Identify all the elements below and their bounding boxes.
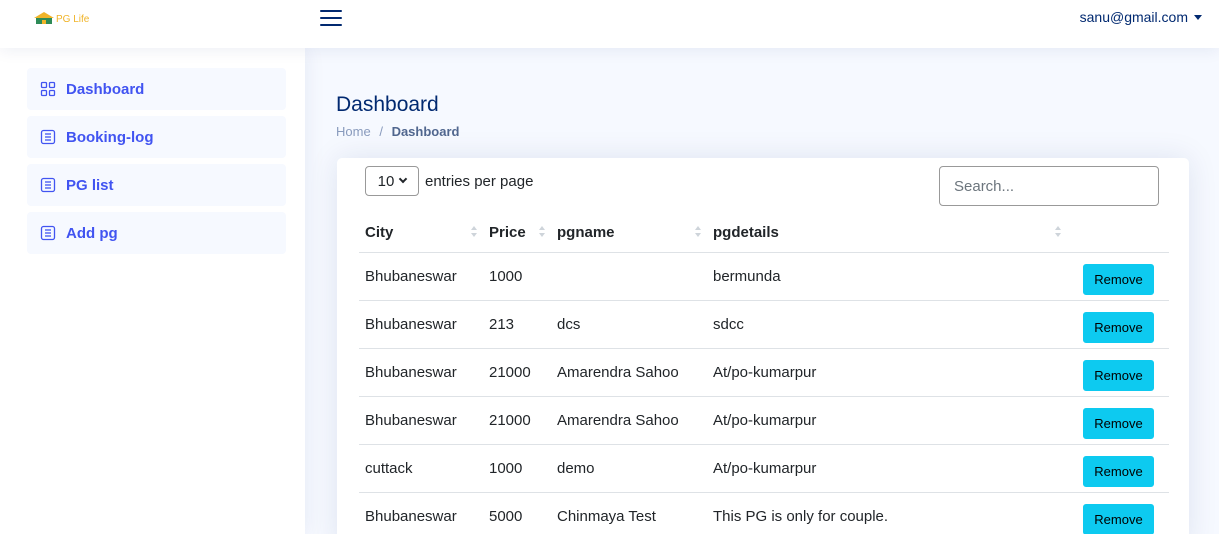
sidebar-item-booking-log[interactable]: Booking-log [27, 116, 286, 158]
remove-button[interactable]: Remove [1083, 455, 1154, 487]
user-email: sanu@gmail.com [1079, 9, 1188, 25]
top-header: PG Life sanu@gmail.com [0, 0, 1219, 48]
house-logo-icon [34, 11, 54, 24]
cell-price: 1000 [483, 444, 551, 493]
cell-price: 213 [483, 300, 551, 349]
sidebar-toggle-icon[interactable] [320, 7, 342, 29]
cell-action: Remove [1067, 444, 1169, 493]
sidebar-item-label: PG list [66, 176, 114, 194]
sidebar-item-label: Add pg [66, 224, 118, 242]
cell-pgdetails: sdcc [707, 300, 1067, 349]
cell-city: Bhubaneswar [359, 492, 483, 534]
logo-text: PG Life [56, 14, 90, 25]
caret-down-icon [1194, 15, 1202, 20]
pg-table: City Price pgname pgdetails Bhubaneswar … [359, 214, 1169, 534]
user-menu[interactable]: sanu@gmail.com [1080, 9, 1202, 25]
cell-pgname: dcs [551, 300, 707, 349]
table-row: Bhubaneswar 213 dcs sdcc Remove [359, 300, 1169, 349]
entries-control: 10 entries per page [365, 166, 533, 196]
table-row: cuttack 1000 demo At/po-kumarpur Remove [359, 444, 1169, 493]
column-header-action [1067, 214, 1169, 253]
cell-pgname: Chinmaya Test [551, 492, 707, 534]
sort-icon [1055, 226, 1061, 237]
sort-icon [539, 226, 545, 237]
chevron-down-icon [399, 174, 408, 184]
column-header-city[interactable]: City [359, 214, 483, 253]
cell-action: Remove [1067, 492, 1169, 534]
cell-price: 5000 [483, 492, 551, 534]
breadcrumb-separator: / [379, 124, 383, 139]
sidebar-item-add-pg[interactable]: Add pg [27, 212, 286, 254]
remove-button[interactable]: Remove [1083, 407, 1154, 439]
table-row: Bhubaneswar 5000 Chinmaya Test This PG i… [359, 492, 1169, 534]
cell-action: Remove [1067, 252, 1169, 301]
page-title: Dashboard [336, 93, 439, 116]
column-header-price[interactable]: Price [483, 214, 551, 253]
cell-price: 21000 [483, 396, 551, 445]
sidebar: Dashboard Booking-log PG list Add pg [0, 48, 305, 534]
table-row: Bhubaneswar 21000 Amarendra Sahoo At/po-… [359, 348, 1169, 397]
cell-city: Bhubaneswar [359, 396, 483, 445]
list-icon [40, 225, 56, 241]
cell-pgdetails: This PG is only for couple. [707, 492, 1067, 534]
table-row: Bhubaneswar 1000 bermunda Remove [359, 252, 1169, 301]
page-title-block: Dashboard [336, 93, 439, 117]
remove-button[interactable]: Remove [1083, 359, 1154, 391]
cell-action: Remove [1067, 300, 1169, 349]
cell-pgdetails: At/po-kumarpur [707, 348, 1067, 397]
column-header-pgdetails[interactable]: pgdetails [707, 214, 1067, 253]
cell-price: 21000 [483, 348, 551, 397]
sort-icon [471, 226, 477, 237]
remove-button[interactable]: Remove [1083, 503, 1154, 534]
cell-pgdetails: At/po-kumarpur [707, 396, 1067, 445]
logo[interactable]: PG Life [33, 10, 89, 25]
list-icon [40, 129, 56, 145]
breadcrumb-home[interactable]: Home [336, 124, 371, 139]
sidebar-item-pg-list[interactable]: PG list [27, 164, 286, 206]
table-header-row: City Price pgname pgdetails [359, 214, 1169, 253]
list-icon [40, 177, 56, 193]
entries-label: entries per page [425, 172, 534, 190]
column-header-pgname[interactable]: pgname [551, 214, 707, 253]
sidebar-item-label: Booking-log [66, 128, 154, 146]
cell-city: Bhubaneswar [359, 252, 483, 301]
sidebar-item-label: Dashboard [66, 80, 145, 98]
search-input[interactable] [939, 166, 1159, 206]
cell-pgdetails: bermunda [707, 252, 1067, 301]
cell-city: Bhubaneswar [359, 348, 483, 397]
sort-icon [695, 226, 701, 237]
grid-icon [40, 81, 56, 97]
remove-button[interactable]: Remove [1083, 311, 1154, 343]
sidebar-item-dashboard[interactable]: Dashboard [27, 68, 286, 110]
cell-pgname: Amarendra Sahoo [551, 396, 707, 445]
cell-pgname [551, 252, 707, 301]
datatable-card: 10 entries per page City Price pgname [337, 158, 1189, 534]
cell-pgname: demo [551, 444, 707, 493]
breadcrumb-current: Dashboard [391, 124, 460, 139]
cell-city: cuttack [359, 444, 483, 493]
breadcrumb: Home / Dashboard [336, 124, 459, 139]
cell-price: 1000 [483, 252, 551, 301]
cell-pgdetails: At/po-kumarpur [707, 444, 1067, 493]
table-row: Bhubaneswar 21000 Amarendra Sahoo At/po-… [359, 396, 1169, 445]
entries-select[interactable]: 10 [365, 166, 419, 196]
cell-action: Remove [1067, 396, 1169, 445]
entries-value: 10 [377, 172, 395, 190]
cell-action: Remove [1067, 348, 1169, 397]
cell-pgname: Amarendra Sahoo [551, 348, 707, 397]
cell-city: Bhubaneswar [359, 300, 483, 349]
remove-button[interactable]: Remove [1083, 263, 1154, 295]
